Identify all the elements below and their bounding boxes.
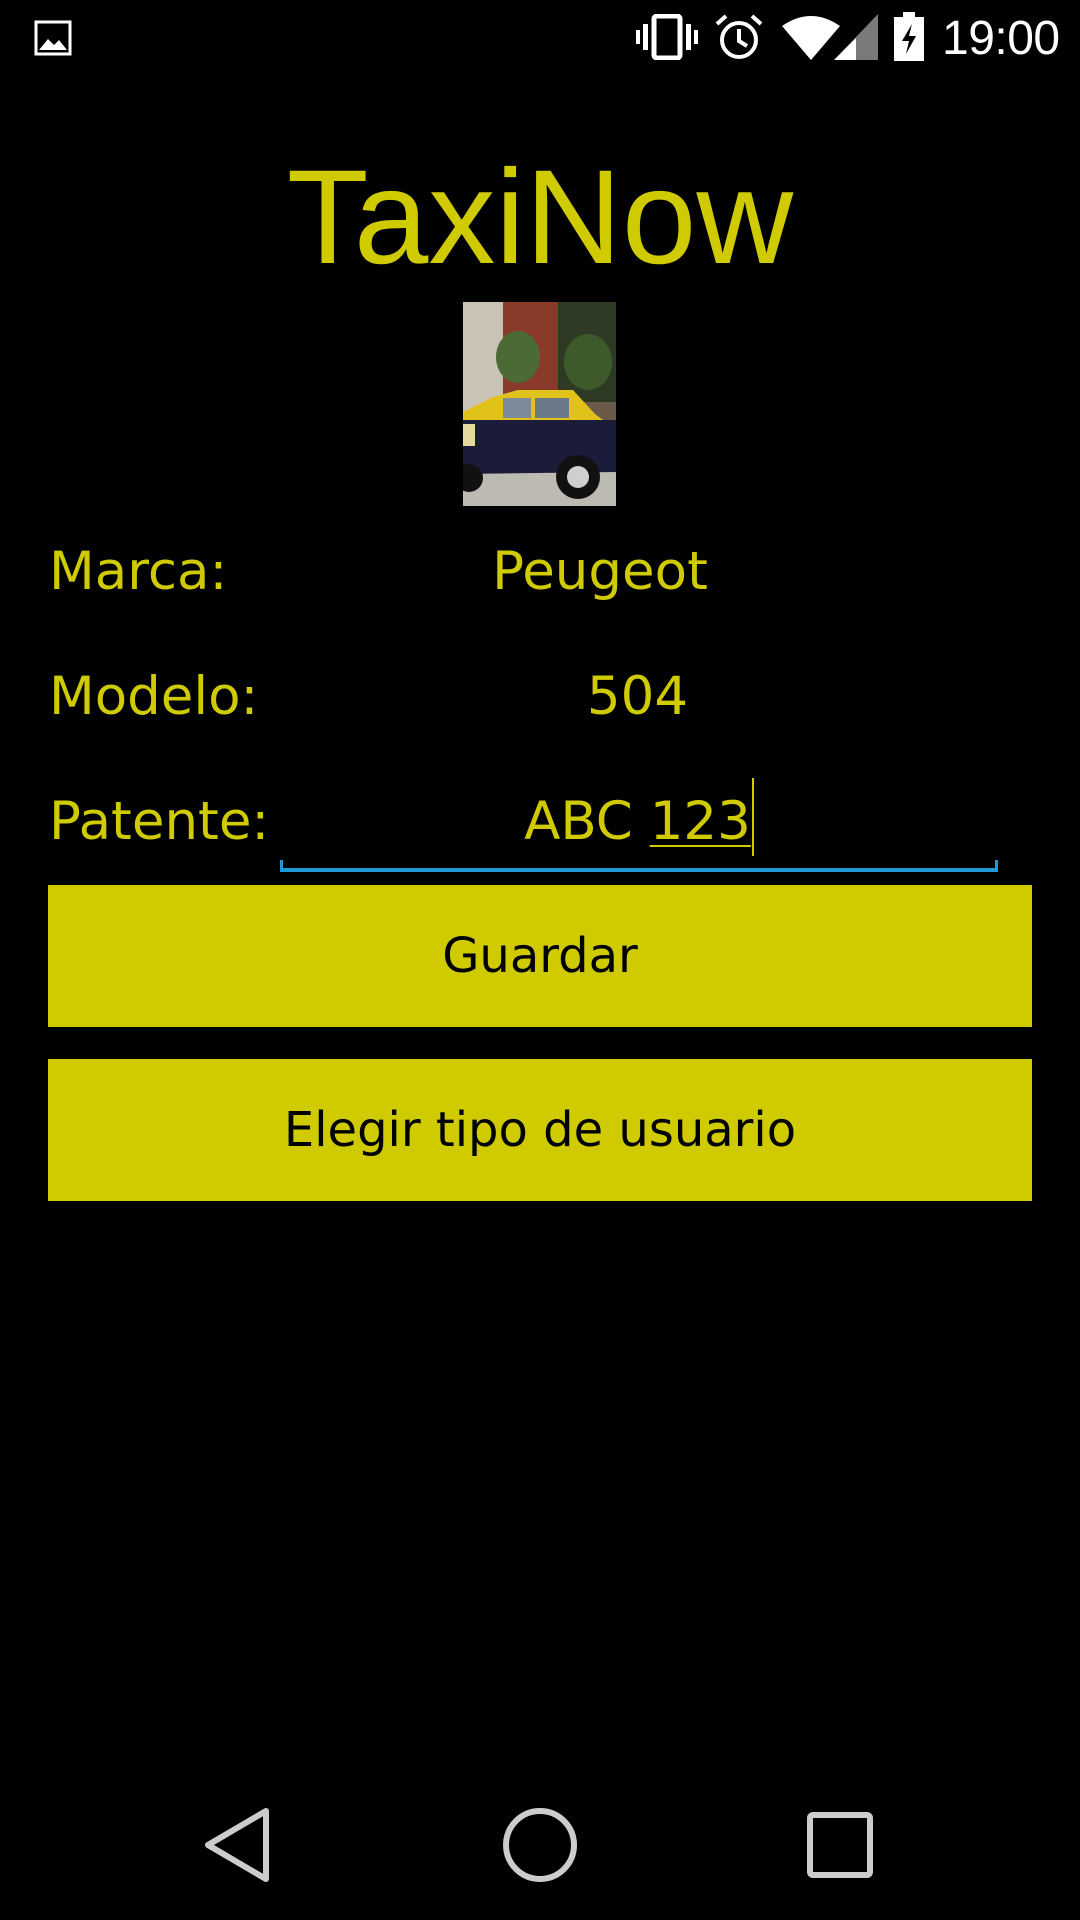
vibrate-icon (636, 14, 698, 60)
alarm-icon (715, 14, 763, 59)
marca-value: Peugeot (492, 541, 708, 602)
battery-charging-icon (894, 12, 924, 61)
patente-value-prefix: ABC (524, 791, 633, 852)
text-cursor (751, 778, 754, 857)
wifi-icon (782, 16, 840, 60)
clock-time: 19:00 (942, 12, 1060, 65)
elegir-tipo-usuario-button[interactable]: Elegir tipo de usuario (48, 1059, 1032, 1201)
navigation-bar (0, 1770, 1080, 1920)
patente-label: Patente: (49, 791, 270, 852)
back-button[interactable] (147, 1770, 327, 1920)
home-icon (503, 1808, 577, 1882)
taxi-photo (463, 302, 616, 506)
patente-value-suffix: 123 (649, 791, 751, 852)
patente-value: ABC 123 (280, 778, 998, 857)
modelo-label: Modelo: (49, 666, 259, 727)
home-button[interactable] (450, 1770, 630, 1920)
back-icon (205, 1808, 269, 1882)
patente-input[interactable]: ABC 123 (280, 778, 998, 872)
recents-icon (807, 1812, 873, 1878)
recents-button[interactable] (750, 1770, 930, 1920)
app-title: TaxiNow (286, 143, 794, 292)
marca-label: Marca: (49, 541, 228, 602)
input-focus-underline (280, 860, 998, 872)
gallery-icon (34, 20, 72, 56)
status-bar: 19:00 (0, 0, 1080, 75)
modelo-value: 504 (586, 666, 689, 727)
signal-icon (834, 14, 878, 60)
guardar-button[interactable]: Guardar (48, 885, 1032, 1027)
